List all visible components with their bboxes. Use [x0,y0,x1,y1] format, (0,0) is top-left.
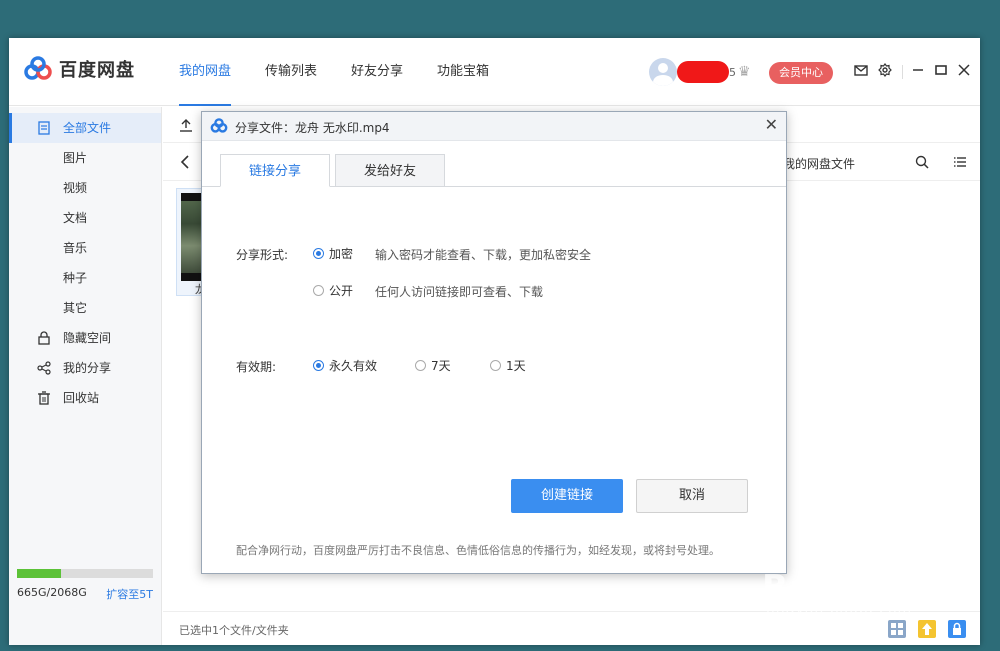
gear-icon[interactable] [876,63,894,81]
radio-dot [313,248,324,259]
share-dialog: 分享文件：龙舟 无水印.mp4 ✕ 链接分享 发给好友 分享形式: 加密 输入密… [201,111,787,574]
user-level: 5 [729,65,736,79]
sidebar: 全部文件 图片 视频 文档 音乐 种子 其它 隐藏空间 我的分享 回收站 665… [9,107,162,645]
crown-icon: ♛ [738,64,751,80]
expand-storage-link[interactable]: 扩容至5T [106,586,153,602]
baidu-cloud-icon [24,56,52,80]
minimize-icon[interactable] [909,63,927,81]
sidebar-item-torrents[interactable]: 种子 [9,263,161,293]
baidu-cloud-icon [210,118,228,133]
dialog-title: 分享文件：龙舟 无水印.mp4 [235,121,390,135]
radio-label: 7天 [431,359,451,373]
mail-icon[interactable] [852,63,870,81]
radio-label: 永久有效 [329,359,378,373]
storage-meter: 665G/2068G 扩容至5T [17,569,153,602]
selection-status: 已选中1个文件/文件夹 [179,624,289,637]
radio-label: 公开 [329,284,354,298]
share-icon [36,360,52,376]
search-input[interactable]: 我的网盘文件 [783,155,855,172]
radio-encrypted[interactable]: 加密 [313,245,353,262]
sidebar-item-others[interactable]: 其它 [9,293,161,323]
cancel-button[interactable]: 取消 [636,479,748,513]
tab-send-to-friend[interactable]: 发给好友 [335,154,445,187]
sidebar-item-label: 隐藏空间 [63,331,112,345]
lock-icon [36,330,52,346]
main-nav: 我的网盘 传输列表 好友分享 功能宝箱 [179,38,523,106]
encrypted-hint: 输入密码才能查看、下载，更加私密安全 [375,248,592,262]
sidebar-item-documents[interactable]: 文档 [9,203,161,233]
close-icon[interactable] [955,63,973,81]
radio-dot [490,360,501,371]
sidebar-item-hidden-space[interactable]: 隐藏空间 [9,323,161,353]
divider [902,65,903,79]
upload-icon[interactable] [179,118,193,132]
document-icon [36,120,52,136]
trash-icon [36,390,52,406]
watermark-url: jingyan.baidu.com [766,602,913,618]
share-form-label: 分享形式: [236,248,289,262]
storage-usage: 665G/2068G [17,586,87,599]
dialog-tabs: 链接分享 发给好友 [220,154,450,187]
radio-permanent[interactable]: 永久有效 [313,357,377,374]
sidebar-item-recycle-bin[interactable]: 回收站 [9,383,161,413]
redacted-username [677,61,729,83]
sidebar-item-images[interactable]: 图片 [9,143,161,173]
watermark: Baidu经验 jingyan.baidu.com [762,540,992,630]
storage-bar [17,569,153,578]
vip-center-button[interactable]: 会员中心 [769,62,833,84]
validity-label: 有效期: [236,360,277,374]
search-icon[interactable] [915,155,929,169]
dialog-close-icon[interactable]: ✕ [765,115,778,135]
tab-transfer-list[interactable]: 传输列表 [265,38,317,106]
tab-friend-share[interactable]: 好友分享 [351,38,403,106]
app-name: 百度网盘 [59,60,135,81]
sidebar-item-videos[interactable]: 视频 [9,173,161,203]
dialog-header: 分享文件：龙舟 无水印.mp4 ✕ [202,112,786,141]
title-bar: 百度网盘 我的网盘 传输列表 好友分享 功能宝箱 5 ♛ 会员中心 [9,38,980,106]
policy-notice: 配合净网行动，百度网盘严厉打击不良信息、色情低俗信息的传播行为，如经发现，或将封… [236,544,720,557]
user-area: 5 ♛ [649,58,751,86]
public-hint: 任何人访问链接即可查看、下载 [375,285,544,299]
back-icon[interactable] [179,155,191,169]
radio-label: 加密 [329,247,354,261]
sidebar-item-all-files[interactable]: 全部文件 [9,113,161,143]
app-logo: 百度网盘 [23,56,135,82]
avatar[interactable] [649,58,677,86]
radio-label: 1天 [506,359,526,373]
sidebar-item-label: 全部文件 [63,121,112,135]
sidebar-item-label: 回收站 [63,391,100,405]
radio-dot [313,285,324,296]
tab-toolbox[interactable]: 功能宝箱 [437,38,489,106]
sidebar-item-label: 我的分享 [63,361,112,375]
sidebar-item-my-shares[interactable]: 我的分享 [9,353,161,383]
radio-public[interactable]: 公开 [313,282,353,299]
radio-dot [415,360,426,371]
maximize-icon[interactable] [932,63,950,81]
tab-link-share[interactable]: 链接分享 [220,154,330,187]
list-view-icon[interactable] [953,155,967,169]
sidebar-item-music[interactable]: 音乐 [9,233,161,263]
radio-7-days[interactable]: 7天 [415,357,451,374]
radio-dot [313,360,324,371]
radio-1-day[interactable]: 1天 [490,357,526,374]
create-link-button[interactable]: 创建链接 [511,479,623,513]
tab-my-disk[interactable]: 我的网盘 [179,38,232,106]
storage-fill [17,569,61,578]
